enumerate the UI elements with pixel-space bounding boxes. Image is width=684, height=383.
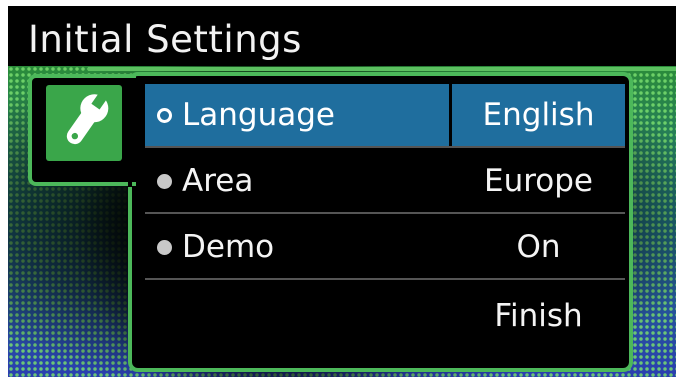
radio-icon [157,239,172,255]
setting-row-language[interactable]: Language English [145,84,625,148]
title-divider [88,67,676,71]
setting-row-demo[interactable]: Demo On [145,216,625,280]
setting-value[interactable]: Europe [452,150,625,212]
panel-join [128,181,132,187]
radio-icon [157,173,172,189]
setting-value[interactable]: On [452,216,625,278]
wrench-icon [46,85,122,161]
selected-radio-icon [157,107,172,123]
setting-label: Demo [182,229,275,265]
page-title: Initial Settings [28,18,302,61]
setting-label: Area [182,163,254,199]
finish-button[interactable]: Finish [452,284,625,348]
setting-row-area[interactable]: Area Europe [145,150,625,214]
setting-value[interactable]: English [452,84,625,146]
setting-label: Language [182,97,335,133]
